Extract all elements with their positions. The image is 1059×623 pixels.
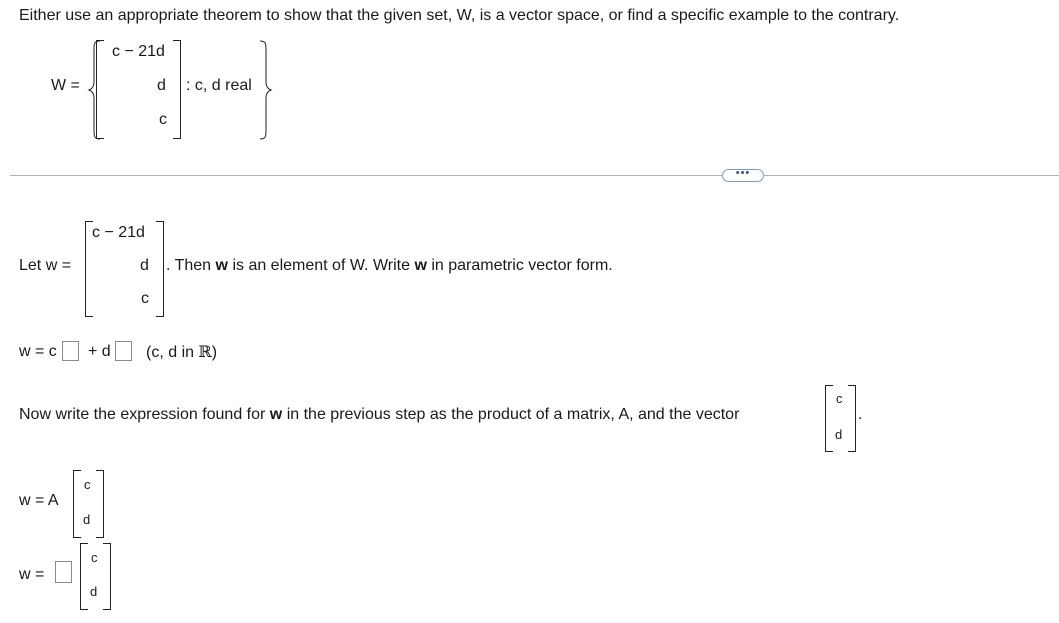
matrix-entry: c xyxy=(141,290,149,307)
vector-entry: d xyxy=(835,427,843,442)
w-equals-a-label: w = A xyxy=(19,492,59,509)
vector-left-bracket xyxy=(80,543,88,610)
matrix-left-bracket xyxy=(96,40,104,139)
vector-c-answer-box[interactable] xyxy=(62,341,79,361)
plus-d-label: + d xyxy=(88,343,111,360)
section-divider xyxy=(10,175,1059,176)
vector-entry: c xyxy=(84,477,91,492)
vector-entry: d xyxy=(90,584,98,599)
matrix-right-bracket xyxy=(173,40,181,139)
period: . xyxy=(858,406,863,423)
vector-right-bracket xyxy=(848,385,856,452)
more-options-button[interactable]: ••• xyxy=(722,168,764,182)
matrix-entry: c xyxy=(159,111,167,128)
product-instruction-text: Now write the expression found for w in … xyxy=(19,406,740,423)
matrix-entry: c − 21d xyxy=(92,224,145,241)
vector-left-bracket xyxy=(73,470,81,538)
right-brace-icon xyxy=(259,40,273,140)
vector-right-bracket xyxy=(96,470,104,538)
vector-left-bracket xyxy=(825,385,833,452)
w-equals-label: w = xyxy=(19,566,45,583)
set-lhs: W = xyxy=(51,77,80,94)
matrix-entry: d xyxy=(140,257,149,274)
vector-entry: c xyxy=(91,550,98,565)
vector-entry: d xyxy=(83,512,91,527)
matrix-right-bracket xyxy=(156,221,164,317)
set-condition: : c, d real xyxy=(186,77,252,94)
matrix-entry: c − 21d xyxy=(112,43,165,60)
let-lhs: Let w = xyxy=(19,257,71,275)
matrix-entry: d xyxy=(157,77,166,94)
vector-d-answer-box[interactable] xyxy=(115,341,132,361)
vector-right-bracket xyxy=(103,543,111,610)
let-step-text: . Then w is an element of W. Write w in … xyxy=(166,257,613,274)
parametric-note: (c, d in ℝ) xyxy=(146,342,218,362)
let-label: Let w = xyxy=(19,257,72,274)
parametric-lhs: w = c xyxy=(19,343,57,360)
question-prompt: Either use an appropriate theorem to sho… xyxy=(19,7,900,24)
vector-entry: c xyxy=(836,391,843,406)
matrix-a-answer-box[interactable] xyxy=(55,561,72,583)
